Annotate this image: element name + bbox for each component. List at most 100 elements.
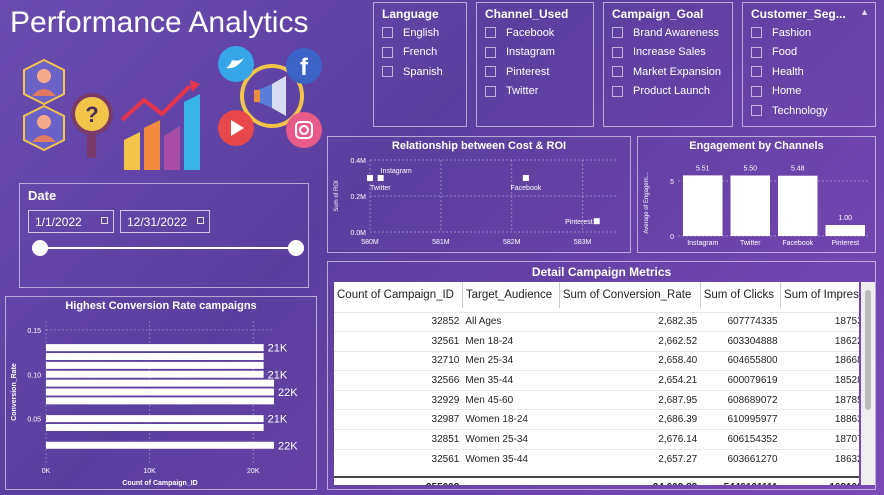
table-cell: 600079619 xyxy=(700,370,781,391)
channel-option[interactable]: Pinterest xyxy=(477,62,593,82)
checkbox[interactable] xyxy=(751,66,762,78)
y-axis-label: Conversion_Rate xyxy=(11,363,18,421)
table-row[interactable]: 32852All Ages2,682.356077743351875342252 xyxy=(334,311,859,332)
svg-text:?: ? xyxy=(85,102,98,127)
column-header[interactable]: Sum of Impressions xyxy=(780,282,859,308)
point-label: Pinterest xyxy=(565,219,593,226)
goal-slicer: Campaign_Goal Brand Awareness Increase S… xyxy=(603,2,733,127)
channel-option[interactable]: Instagram xyxy=(477,43,593,63)
column-header[interactable]: Target_Audience xyxy=(462,282,560,308)
segment-option[interactable]: Health xyxy=(743,62,875,82)
table-cell: 1863210239 xyxy=(780,448,859,469)
table-cell: 1852832860 xyxy=(780,370,859,391)
y-tick-label: 5 xyxy=(670,179,674,186)
checkbox[interactable] xyxy=(485,46,496,58)
total-cell: 16810270916 xyxy=(780,475,859,485)
column-header[interactable]: Sum of Conversion_Rate xyxy=(559,282,701,308)
checkbox[interactable] xyxy=(485,27,496,39)
table-cell: 2,658.40 xyxy=(559,350,701,371)
channel-slicer: Channel_Used Facebook Instagram Pinteres… xyxy=(476,2,594,127)
y-axis-label: Sum of ROI xyxy=(334,180,340,212)
checkbox[interactable] xyxy=(485,85,496,97)
table-cell: 32566 xyxy=(334,370,463,391)
option-label: Spanish xyxy=(403,65,443,78)
chart-title: Relationship between Cost & ROI xyxy=(391,140,567,152)
metrics-table: Count of Campaign_ID Target_Audience Sum… xyxy=(334,282,859,485)
table-row[interactable]: 32561Women 35-442,657.276036612701863210… xyxy=(334,448,859,469)
table-row[interactable]: 32987Women 18-242,686.396109959771886350… xyxy=(334,409,859,430)
segment-option[interactable]: Fashion xyxy=(743,23,875,43)
channel-option[interactable]: Twitter xyxy=(477,82,593,102)
bar-value-label: 21K xyxy=(268,343,288,355)
language-option[interactable]: Spanish xyxy=(374,62,466,82)
cost-roi-chart: Relationship between Cost & ROI 0.0M 0.2M… xyxy=(327,136,631,253)
x-tick-label: Twitter xyxy=(740,240,761,247)
table-cell: 1875342252 xyxy=(780,311,859,332)
table-row[interactable]: 32851Women 25-342,676.146061543521870758… xyxy=(334,429,859,450)
x-tick-label: Facebook xyxy=(782,240,813,247)
checkbox[interactable] xyxy=(485,66,496,78)
segment-option[interactable]: Home xyxy=(743,82,875,102)
checkbox[interactable] xyxy=(612,46,623,58)
table-scrollbar[interactable] xyxy=(861,282,875,485)
scroll-up-icon[interactable]: ▲ xyxy=(860,7,869,17)
y-tick-label: 0.0M xyxy=(350,230,366,237)
table-cell: 32561 xyxy=(334,448,463,469)
goal-option[interactable]: Increase Sales xyxy=(604,43,732,63)
checkbox[interactable] xyxy=(751,46,762,58)
point-label: Instagram xyxy=(381,168,412,175)
table-cell: 610995977 xyxy=(700,409,781,430)
table-cell: Men 35-44 xyxy=(462,370,560,391)
checkbox[interactable] xyxy=(382,46,393,58)
column-header[interactable]: Sum of Clicks xyxy=(700,282,782,308)
goal-option[interactable]: Product Launch xyxy=(604,82,732,102)
x-tick-label: 580M xyxy=(361,239,379,246)
language-slicer-title: Language xyxy=(382,7,439,21)
goal-option[interactable]: Market Expansion xyxy=(604,62,732,82)
page-title: Performance Analytics xyxy=(10,6,309,39)
table-row[interactable]: 32566Men 35-442,654.21600079619185283286… xyxy=(334,370,859,391)
goal-option[interactable]: Brand Awareness xyxy=(604,23,732,43)
date-slicer: Date 1/1/2022 12/31/2022 xyxy=(19,183,309,288)
checkbox[interactable] xyxy=(612,85,623,97)
table-row[interactable]: 32929Men 45-602,687.95608689072187851746… xyxy=(334,389,859,410)
point-label: Twitter xyxy=(370,185,391,192)
language-option[interactable]: French xyxy=(374,43,466,63)
table-cell: 607774335 xyxy=(700,311,781,332)
checkbox[interactable] xyxy=(751,85,762,97)
checkbox[interactable] xyxy=(382,66,393,78)
checkbox[interactable] xyxy=(612,66,623,78)
table-cell: 2,682.35 xyxy=(559,311,701,332)
bar-value-label: 5.48 xyxy=(791,166,805,173)
channel-slicer-title: Channel_Used xyxy=(485,7,569,21)
calendar-icon[interactable] xyxy=(101,217,108,224)
table-row[interactable]: 32710Men 25-342,658.40604655800186687039… xyxy=(334,350,859,371)
x-axis-label: Count of Campaign_ID xyxy=(122,480,197,487)
calendar-icon[interactable] xyxy=(197,217,204,224)
option-label: Brand Awareness xyxy=(633,26,720,39)
conversion-bar xyxy=(46,415,264,423)
conversion-bar xyxy=(46,353,264,360)
date-range-track[interactable] xyxy=(40,247,296,249)
table-row[interactable]: 32561Men 18-242,662.52603304888186229801… xyxy=(334,331,859,352)
checkbox[interactable] xyxy=(751,27,762,39)
conversion-bar xyxy=(46,370,264,378)
date-start-handle[interactable] xyxy=(32,240,48,256)
date-end-handle[interactable] xyxy=(288,240,304,256)
end-date-input[interactable]: 12/31/2022 xyxy=(120,210,210,233)
column-header[interactable]: Count of Campaign_ID xyxy=(334,282,463,308)
language-option[interactable]: English xyxy=(374,23,466,43)
table-cell: 603661270 xyxy=(700,448,781,469)
conversion-bars: Conversion_Rate 0.15 0.10 0.05 0K 10K 20K Count… xyxy=(11,321,298,487)
social-media-icon: f xyxy=(218,46,322,148)
table-viewport[interactable]: Count of Campaign_ID Target_Audience Sum… xyxy=(334,282,859,485)
table-cell: 1870758948 xyxy=(780,429,859,450)
segment-option[interactable]: Technology xyxy=(743,101,875,121)
checkbox[interactable] xyxy=(382,27,393,39)
channel-option[interactable]: Facebook xyxy=(477,23,593,43)
start-date-input[interactable]: 1/1/2022 xyxy=(28,210,114,233)
segment-option[interactable]: Food xyxy=(743,43,875,63)
engagement-bars: Average of Engagem... 0 5 5.51 Instagram 5.50… xyxy=(644,165,870,247)
checkbox[interactable] xyxy=(751,105,762,117)
checkbox[interactable] xyxy=(612,27,623,39)
